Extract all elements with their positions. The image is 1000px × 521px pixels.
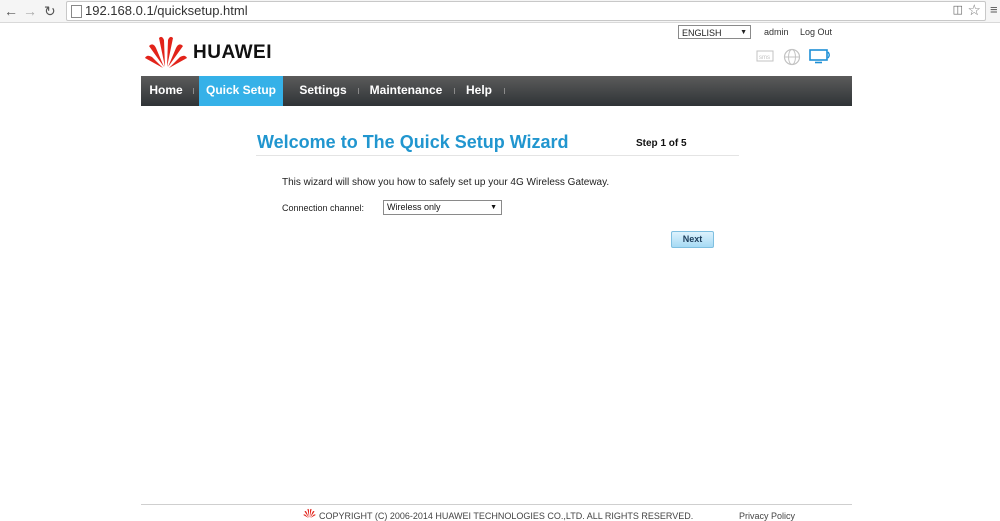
nav-help-label: Help (465, 83, 492, 97)
huawei-small-logo-icon (303, 508, 316, 518)
privacy-policy-link[interactable]: Privacy Policy (739, 511, 795, 521)
nav-quick-setup-label: Quick Setup (205, 83, 276, 97)
title-divider (256, 155, 739, 156)
chevron-down-icon: ▼ (490, 204, 497, 211)
nav-maintenance[interactable]: Maintenance (363, 76, 449, 106)
copyright-text: COPYRIGHT (C) 2006-2014 HUAWEI TECHNOLOG… (319, 511, 694, 521)
page-icon (71, 5, 82, 18)
language-value: ENGLISH (682, 28, 722, 38)
reload-icon[interactable]: ↻ (44, 1, 56, 21)
nav-divider (454, 88, 455, 94)
forward-arrow-icon[interactable]: → (23, 1, 37, 21)
step-indicator: Step 1 of 5 (636, 138, 687, 149)
bookmark-star-icon[interactable]: ☆ (968, 1, 981, 19)
nav-quick-setup[interactable]: Quick Setup (199, 76, 283, 106)
address-bar[interactable]: 192.168.0.1/quicksetup.html ◫ ☆ (66, 1, 986, 21)
brand-name: HUAWEI (193, 42, 272, 63)
wifi-monitor-icon[interactable] (809, 48, 831, 64)
admin-user-label[interactable]: admin (764, 27, 789, 37)
sms-icon[interactable]: sms (756, 48, 776, 62)
translate-icon[interactable]: ◫ (953, 3, 963, 16)
back-arrow-icon[interactable]: ← (4, 1, 18, 21)
language-select[interactable]: ENGLISH ▼ (678, 25, 751, 39)
nav-divider (358, 88, 359, 94)
wizard-intro-text: This wizard will show you how to safely … (282, 177, 610, 188)
nav-settings[interactable]: Settings (291, 76, 355, 106)
next-button[interactable]: Next (671, 231, 714, 248)
huawei-flower-icon (145, 36, 187, 68)
nav-home[interactable]: Home (141, 76, 191, 106)
nav-home-label: Home (149, 83, 183, 97)
browser-menu-icon[interactable]: ≡ (990, 1, 998, 19)
internet-globe-icon[interactable] (783, 48, 801, 66)
footer-divider (141, 504, 852, 505)
nav-maintenance-label: Maintenance (369, 83, 443, 97)
nav-help[interactable]: Help (459, 76, 499, 106)
logout-link[interactable]: Log Out (800, 27, 832, 37)
nav-divider (193, 88, 194, 94)
url-text[interactable]: 192.168.0.1/quicksetup.html (85, 3, 248, 19)
status-icons: sms (756, 48, 832, 68)
main-nav: Home Quick Setup Settings Maintenance He… (141, 76, 852, 106)
nav-divider (504, 88, 505, 94)
connection-channel-value: Wireless only (387, 202, 441, 212)
huawei-logo: HUAWEI (144, 34, 284, 68)
chevron-down-icon: ▼ (740, 29, 747, 36)
browser-toolbar: ← → ↻ 192.168.0.1/quicksetup.html ◫ ☆ ≡ (0, 0, 1000, 23)
page-title: Welcome to The Quick Setup Wizard (257, 132, 569, 152)
nav-settings-label: Settings (299, 83, 347, 97)
connection-channel-select[interactable]: Wireless only ▼ (383, 200, 502, 215)
connection-channel-label: Connection channel: (282, 203, 365, 213)
svg-text:sms: sms (759, 55, 770, 61)
